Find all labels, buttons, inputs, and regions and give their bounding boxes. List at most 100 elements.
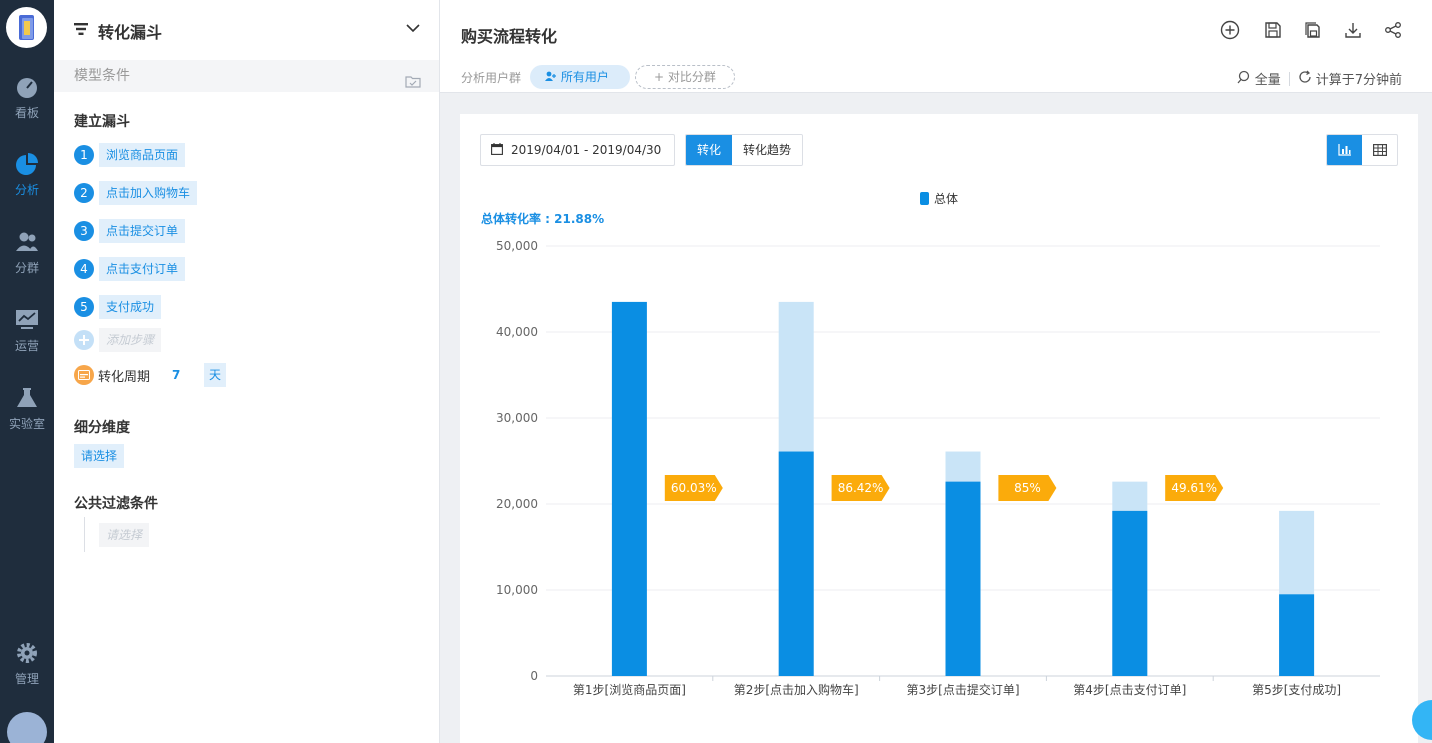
step-number: 3: [74, 221, 94, 241]
avatar[interactable]: [7, 712, 47, 743]
period-unit-select[interactable]: 天: [204, 363, 227, 387]
dimension-select[interactable]: 请选择: [74, 444, 125, 468]
nav-label: 分群: [14, 261, 39, 275]
nav-label: 运营: [14, 339, 39, 353]
conversion-rate-label: 86.42%: [838, 481, 884, 495]
nav-label: 管理: [14, 672, 39, 686]
funnel-step[interactable]: 2 点击加入购物车: [74, 181, 198, 205]
conversion-rate-label: 60.03%: [671, 481, 717, 495]
step-number: 1: [74, 145, 94, 165]
save-icon[interactable]: [1263, 20, 1283, 40]
compare-group-label: 对比分群: [667, 70, 716, 84]
step-event-tag[interactable]: 点击支付订单: [99, 257, 186, 281]
build-funnel-title: 建立漏斗: [74, 114, 130, 130]
user-group-icon: [545, 70, 561, 84]
step-event-tag[interactable]: 支付成功: [99, 295, 162, 319]
refresh-icon[interactable]: [1298, 70, 1312, 88]
period-value-input[interactable]: 7: [172, 368, 192, 382]
conversion-rate-badge: 49.61%: [1165, 475, 1224, 501]
conversion-rate-label: 49.61%: [1171, 481, 1217, 495]
conversion-rate-badge: 85%: [998, 475, 1057, 501]
nav-item-analysis[interactable]: 分析: [0, 153, 54, 198]
report-meta: 全量 计算于7分钟前: [1237, 69, 1402, 88]
panel-header[interactable]: 转化漏斗: [74, 20, 420, 42]
nav-item-dashboard[interactable]: 看板: [0, 76, 54, 121]
funnel-step[interactable]: 3 点击提交订单: [74, 219, 186, 243]
nav-label: 看板: [14, 106, 39, 120]
user-group-label: 分析用户群: [461, 71, 522, 85]
panel-title: 转化漏斗: [98, 23, 163, 42]
model-conditions-row[interactable]: 模型条件: [54, 60, 439, 92]
conversion-rate-badge: 86.42%: [831, 475, 890, 501]
funnel-step[interactable]: 4 点击支付订单: [74, 257, 186, 281]
divider: [1288, 71, 1290, 86]
x-category-label: 第5步[支付成功]: [1252, 683, 1341, 697]
dimension-title: 细分维度: [74, 420, 130, 436]
users-icon: [15, 231, 39, 253]
conversion-rate-badge: 60.03%: [664, 475, 723, 501]
legend-label: 总体: [934, 192, 958, 206]
calendar-icon: [74, 365, 94, 385]
step-bar: [778, 451, 814, 676]
dashboard-icon: [15, 76, 39, 98]
funnel-config-panel: 转化漏斗 模型条件 建立漏斗 1 浏览商品页面 2 点击加入购物车 3 点击提交…: [54, 0, 440, 743]
x-category-label: 第3步[点击提交订单]: [907, 682, 1020, 697]
user-group-select[interactable]: 所有用户: [530, 65, 630, 89]
step-bar: [1279, 594, 1315, 676]
nav-label: 分析: [14, 183, 39, 197]
overall-conversion-rate: 总体转化率 : 21.88%: [481, 211, 604, 226]
step-bar: [945, 481, 981, 676]
add-icon[interactable]: [1220, 20, 1240, 40]
step-number: 4: [74, 259, 94, 279]
chart-card: 2019/04/01 - 2019/04/30 转化 转化趋势 0 10,000 2…: [460, 114, 1418, 743]
funnel-step[interactable]: 5 支付成功: [74, 295, 162, 319]
save-as-icon[interactable]: [1303, 20, 1323, 40]
page-title: 购买流程转化: [461, 27, 558, 46]
model-conditions-label: 模型条件: [74, 68, 130, 84]
chevron-down-icon[interactable]: [406, 22, 420, 37]
add-step-input[interactable]: 添加步骤: [99, 328, 162, 352]
step-number: 2: [74, 183, 94, 203]
nav-item-segments[interactable]: 分群: [0, 231, 54, 276]
y-tick-label: 40,000: [496, 325, 538, 339]
period-label: 转化周期: [98, 369, 151, 385]
y-tick-label: 20,000: [496, 497, 538, 511]
nav-item-operations[interactable]: 运营: [0, 309, 54, 354]
step-event-tag[interactable]: 点击提交订单: [99, 219, 186, 243]
computed-time: 计算于7分钟前: [1315, 73, 1402, 88]
filter-select[interactable]: 请选择: [99, 523, 150, 547]
report-header: 购买流程转化 分析用户群 所有用户 + 对比分群 全量 计算于7分钟前: [440, 0, 1432, 93]
monitor-icon: [15, 309, 39, 331]
flask-icon: [15, 387, 39, 409]
legend-swatch: [920, 192, 929, 205]
x-category-label: 第1步[浏览商品页面]: [573, 682, 686, 697]
funnel-icon: [74, 23, 88, 39]
step-event-tag[interactable]: 点击加入购物车: [99, 181, 198, 205]
y-tick-label: 30,000: [496, 411, 538, 425]
nav-item-admin[interactable]: 管理: [0, 642, 54, 687]
y-tick-label: 50,000: [496, 239, 538, 253]
funnel-step[interactable]: 1 浏览商品页面: [74, 143, 186, 167]
add-step[interactable]: 添加步骤: [74, 328, 162, 352]
folder-icon[interactable]: [405, 68, 421, 100]
sample-size[interactable]: 全量: [1255, 69, 1281, 88]
filter-divider: [84, 517, 85, 552]
search-icon[interactable]: [1237, 70, 1251, 88]
compare-group-button[interactable]: + 对比分群: [635, 65, 735, 89]
app-logo[interactable]: [6, 7, 47, 48]
y-tick-label: 10,000: [496, 583, 538, 597]
conversion-rate-label: 85%: [1014, 481, 1041, 495]
download-icon[interactable]: [1343, 20, 1363, 40]
plus-icon[interactable]: [74, 330, 94, 350]
share-icon[interactable]: [1383, 20, 1403, 40]
step-event-tag[interactable]: 浏览商品页面: [99, 143, 186, 167]
conversion-period: 转化周期 7 天: [74, 363, 227, 387]
nav-item-lab[interactable]: 实验室: [0, 387, 54, 432]
left-nav: 看板 分析 分群 运营 实验室 管理: [0, 0, 54, 743]
plus-icon: +: [654, 70, 668, 84]
step-number: 5: [74, 297, 94, 317]
x-category-label: 第2步[点击加入购物车]: [734, 682, 859, 697]
step-bar: [611, 301, 647, 676]
x-category-label: 第4步[点击支付订单]: [1073, 683, 1186, 697]
filter-title: 公共过滤条件: [74, 496, 158, 512]
